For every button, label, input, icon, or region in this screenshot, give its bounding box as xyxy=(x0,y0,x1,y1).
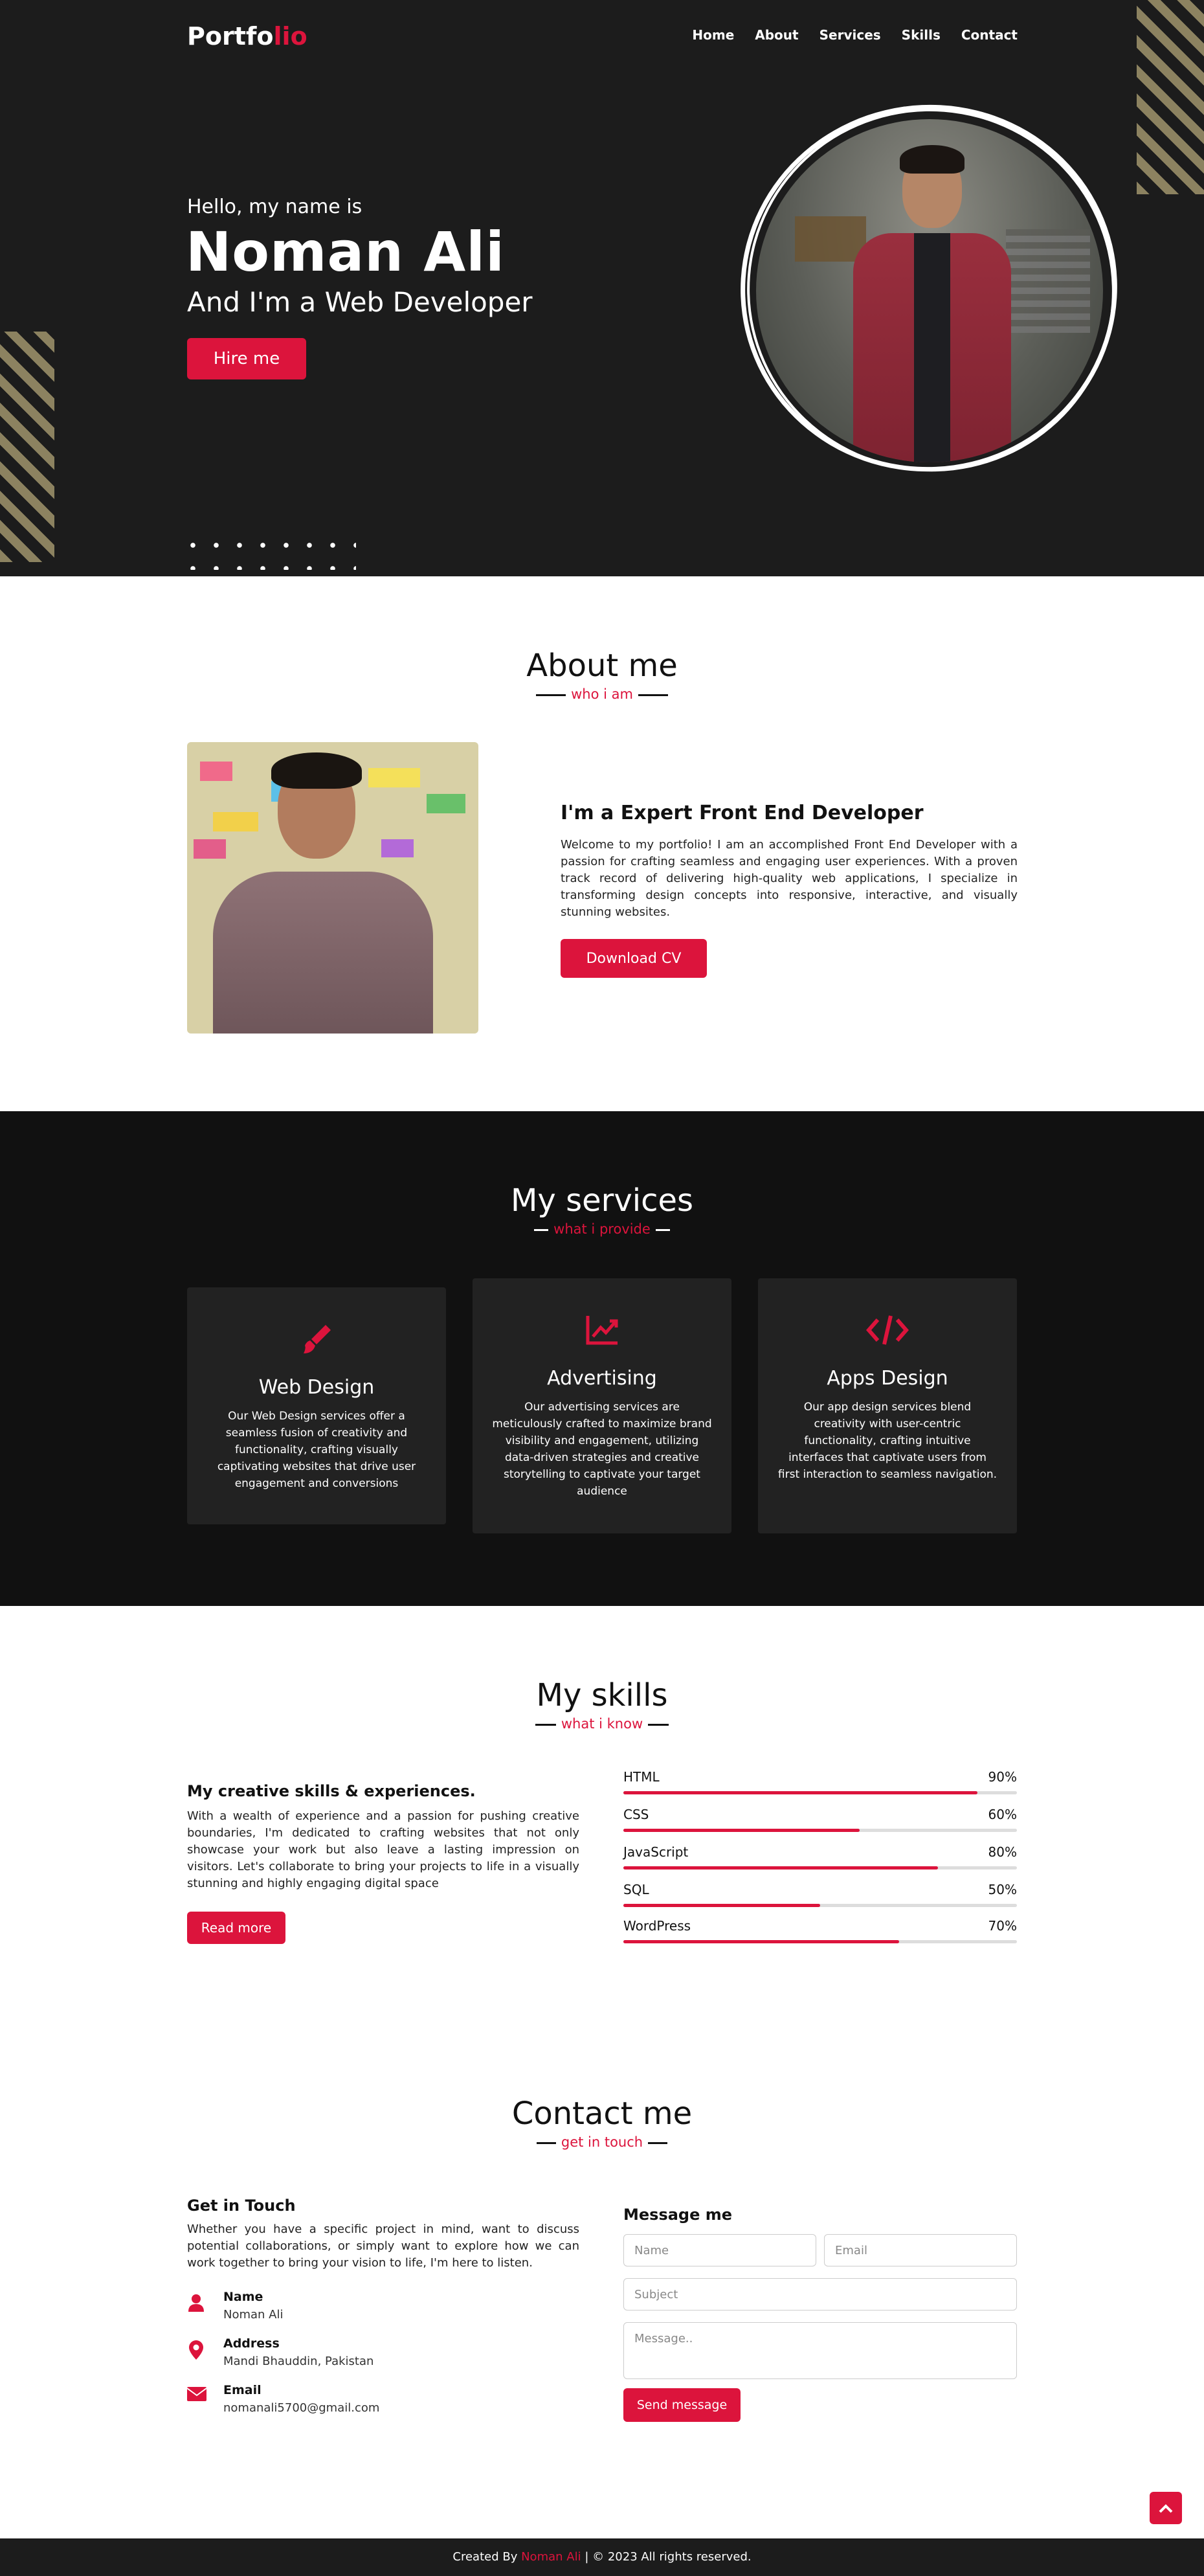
skill-name: WordPress xyxy=(623,1918,691,1934)
service-title: Advertising xyxy=(547,1367,657,1390)
hero-section: Portfolio Home About Services Skills Con… xyxy=(0,0,1204,576)
service-card-apps-design[interactable]: Apps Design Our app design services blen… xyxy=(758,1278,1017,1533)
about-subtitle: who i am xyxy=(0,686,1204,702)
site-footer: Created By Noman Ali | © 2023 All rights… xyxy=(0,2538,1204,2576)
chevron-up-icon xyxy=(1159,2504,1173,2513)
decorative-stripes xyxy=(1137,0,1204,194)
skill-name: HTML xyxy=(623,1769,660,1785)
contact-text: Whether you have a specific project in m… xyxy=(187,2222,579,2270)
service-text: Our app design services blend creativity… xyxy=(777,1401,998,1481)
services-title: My services xyxy=(510,1182,694,1219)
skill-name: SQL xyxy=(623,1882,649,1897)
download-cv-button[interactable]: Download CV xyxy=(561,939,707,978)
logo-main-text: Portfo xyxy=(187,22,274,51)
service-text: Our advertising services are meticulousl… xyxy=(492,1401,712,1498)
skill-percent: 90% xyxy=(988,1769,1017,1785)
contact-value: Mandi Bhauddin, Pakistan xyxy=(223,2355,374,2368)
nav-services[interactable]: Services xyxy=(819,27,881,43)
paintbrush-icon xyxy=(187,1320,446,1367)
skill-name: JavaScript xyxy=(623,1844,689,1860)
skill-bar-sql: SQL 50% xyxy=(623,1882,1017,1907)
nav-home[interactable]: Home xyxy=(692,27,734,43)
portrait-photo xyxy=(756,119,1103,462)
code-icon xyxy=(758,1311,1017,1358)
service-card-web-design[interactable]: Web Design Our Web Design services offer… xyxy=(187,1287,446,1524)
email-input[interactable] xyxy=(824,2234,1017,2266)
hero-portrait xyxy=(717,79,1144,501)
skills-subtitle: what i know xyxy=(0,1716,1204,1732)
logo-accent-text: lio xyxy=(273,22,307,51)
footer-copyright: | © 2023 All rights reserved. xyxy=(585,2550,752,2564)
contact-section: Contact me get in touch xyxy=(0,2032,1204,2538)
nav-contact[interactable]: Contact xyxy=(961,27,1018,43)
about-subtitle-text: who i am xyxy=(571,686,633,702)
skill-fill xyxy=(623,1829,860,1832)
decorative-dots xyxy=(181,534,356,570)
contact-value[interactable]: nomanali5700@gmail.com xyxy=(223,2401,379,2415)
skill-fill xyxy=(623,1866,939,1870)
skill-percent: 50% xyxy=(988,1882,1017,1897)
scroll-to-top-button[interactable] xyxy=(1150,2492,1182,2524)
envelope-icon xyxy=(186,2387,207,2405)
skill-fill xyxy=(623,1904,820,1907)
contact-heading: Get in Touch xyxy=(187,2197,296,2215)
main-nav: Home About Services Skills Contact xyxy=(692,27,1018,43)
footer-prefix: Created By xyxy=(452,2550,518,2564)
name-input[interactable] xyxy=(623,2234,816,2266)
contact-subtitle-text: get in touch xyxy=(561,2134,643,2150)
skill-bar-javascript: JavaScript 80% xyxy=(623,1844,1017,1870)
skill-percent: 80% xyxy=(988,1844,1017,1860)
skill-percent: 60% xyxy=(988,1807,1017,1822)
decorative-stripes xyxy=(0,332,54,562)
contact-label: Name xyxy=(223,2290,263,2304)
about-photo xyxy=(187,742,478,1034)
skill-fill xyxy=(623,1791,978,1794)
service-text: Our Web Design services offer a seamless… xyxy=(217,1410,416,1490)
user-icon xyxy=(187,2294,205,2312)
site-logo[interactable]: Portfolio xyxy=(187,22,307,51)
skill-bar-css: CSS 60% xyxy=(623,1807,1017,1832)
contact-subtitle: get in touch xyxy=(0,2134,1204,2150)
services-section: My services what i provide Web Design Ou… xyxy=(0,1111,1204,1606)
skill-bar-html: HTML 90% xyxy=(623,1769,1017,1794)
contact-value: Noman Ali xyxy=(223,2308,284,2322)
nav-skills[interactable]: Skills xyxy=(902,27,941,43)
hero-name: Noman Ali xyxy=(186,220,505,284)
nav-about[interactable]: About xyxy=(755,27,798,43)
hire-me-button[interactable]: Hire me xyxy=(187,338,306,379)
service-card-advertising[interactable]: Advertising Our advertising services are… xyxy=(473,1278,731,1533)
contact-label: Email xyxy=(223,2383,262,2397)
services-subtitle-text: what i provide xyxy=(553,1221,651,1237)
hero-role: And I'm a Web Developer xyxy=(187,286,533,318)
services-subtitle: what i provide xyxy=(0,1221,1204,1237)
contact-label: Address xyxy=(223,2336,280,2351)
subject-input[interactable] xyxy=(623,2278,1017,2310)
skill-percent: 70% xyxy=(988,1918,1017,1934)
skills-text: With a wealth of experience and a passio… xyxy=(187,1809,579,1890)
service-title: Apps Design xyxy=(827,1367,948,1390)
message-textarea[interactable] xyxy=(623,2322,1017,2379)
message-form-heading: Message me xyxy=(623,2206,733,2224)
about-title: About me xyxy=(526,648,678,684)
about-heading: I'm a Expert Front End Developer xyxy=(561,802,924,824)
send-message-button[interactable]: Send message xyxy=(623,2388,741,2422)
skill-name: CSS xyxy=(623,1807,649,1822)
about-text: Welcome to my portfolio! I am an accompl… xyxy=(561,838,1018,919)
chart-line-icon xyxy=(473,1311,731,1358)
map-marker-icon xyxy=(187,2340,205,2360)
footer-author-link[interactable]: Noman Ali xyxy=(521,2550,581,2564)
read-more-button[interactable]: Read more xyxy=(187,1912,285,1944)
skills-heading: My creative skills & experiences. xyxy=(187,1782,476,1800)
skills-title: My skills xyxy=(536,1677,668,1713)
contact-title: Contact me xyxy=(511,2096,693,2132)
skills-subtitle-text: what i know xyxy=(561,1716,643,1732)
skill-fill xyxy=(623,1940,899,1943)
service-title: Web Design xyxy=(258,1376,375,1399)
skills-section: My skills what i know xyxy=(0,1606,1204,2032)
skill-bar-wordpress: WordPress 70% xyxy=(623,1918,1017,1943)
hero-greeting: Hello, my name is xyxy=(187,196,362,218)
